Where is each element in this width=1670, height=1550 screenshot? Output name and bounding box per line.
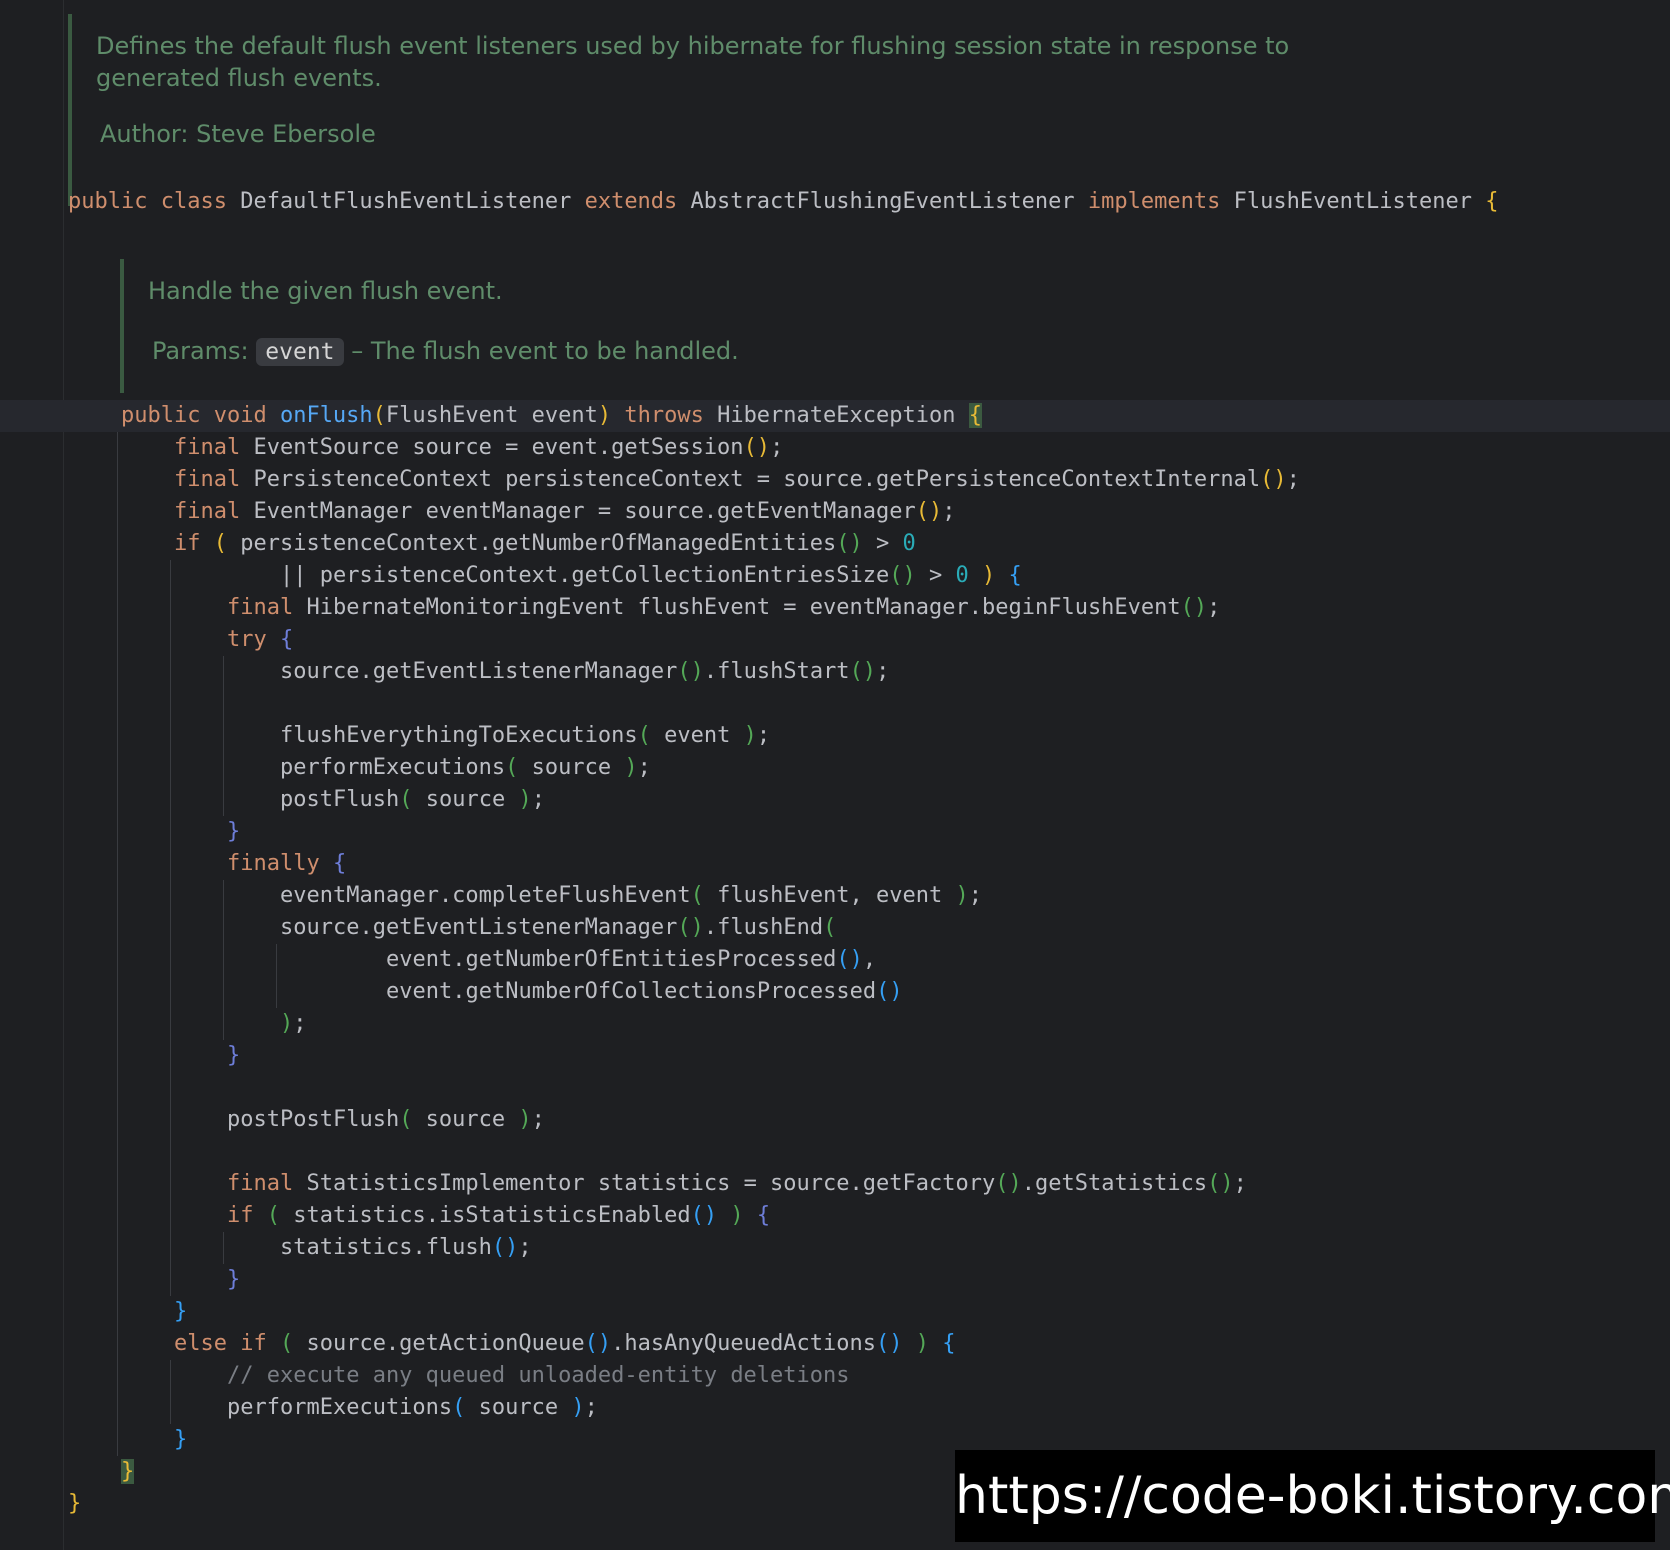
method-doc-summary: Handle the given flush event. xyxy=(148,277,503,305)
code-line: final StatisticsImplementor statistics =… xyxy=(227,1171,1247,1196)
code-line: if ( statistics.isStatisticsEnabled() ) … xyxy=(227,1203,771,1228)
code-line: final EventSource source = event.getSess… xyxy=(174,435,784,460)
code-line: source.getEventListenerManager().flushSt… xyxy=(280,659,890,684)
code-line: final PersistenceContext persistenceCont… xyxy=(174,467,1300,492)
code-line: postPostFlush( source ); xyxy=(227,1107,545,1132)
code-line: statistics.flush(); xyxy=(280,1235,532,1260)
code-line: else if ( source.getActionQueue().hasAny… xyxy=(174,1331,956,1356)
method-doc-params: Params: event – The flush event to be ha… xyxy=(120,335,739,368)
doc-bar xyxy=(120,259,124,393)
method-doc-comment: Handle the given flush event. Params: ev… xyxy=(120,259,739,393)
class-doc-comment: Defines the default flush event listener… xyxy=(68,14,1290,206)
code-comment: // execute any queued unloaded-entity de… xyxy=(227,1363,850,1388)
doc-line-1: Defines the default flush event listener… xyxy=(96,32,1290,60)
code-line: } xyxy=(227,1043,241,1068)
code-line: } xyxy=(174,1299,188,1324)
code-line: final HibernateMonitoringEvent flushEven… xyxy=(227,595,1221,620)
watermark: https://code-boki.tistory.com xyxy=(955,1450,1670,1542)
code-line: eventManager.completeFlushEvent( flushEv… xyxy=(280,883,983,908)
author-label: Author: xyxy=(100,120,189,148)
code-line: performExecutions( source ); xyxy=(280,755,651,780)
code-line: event.getNumberOfEntitiesProcessed(), xyxy=(386,947,877,972)
class-declaration: public class DefaultFlushEventListener e… xyxy=(68,189,1499,214)
code-line: final EventManager eventManager = source… xyxy=(174,499,956,524)
doc-line-2: generated flush events. xyxy=(96,64,382,92)
doc-author: Author: Steve Ebersole xyxy=(68,118,1289,150)
code-line: || persistenceContext.getCollectionEntri… xyxy=(280,563,1022,588)
method-declaration: public void onFlush(FlushEvent event) th… xyxy=(0,400,1670,432)
code-line: performExecutions( source ); xyxy=(227,1395,598,1420)
code-line: event.getNumberOfCollectionsProcessed() xyxy=(386,979,903,1004)
code-line: try { xyxy=(227,627,294,652)
doc-bar xyxy=(68,14,72,206)
params-label: Params: xyxy=(152,337,249,365)
code-line: ); xyxy=(280,1011,307,1036)
code-line: finally { xyxy=(227,851,347,876)
param-desc: – The flush event to be handled. xyxy=(351,337,739,365)
code-line: } xyxy=(227,819,241,844)
code-line: postFlush( source ); xyxy=(280,787,545,812)
param-name: event xyxy=(256,338,344,366)
code-line: source.getEventListenerManager().flushEn… xyxy=(280,915,837,940)
author-name: Steve Ebersole xyxy=(196,120,376,148)
code-line: } xyxy=(227,1267,241,1292)
code-line: if ( persistenceContext.getNumberOfManag… xyxy=(174,531,916,556)
code-line: flushEverythingToExecutions( event ); xyxy=(280,723,771,748)
